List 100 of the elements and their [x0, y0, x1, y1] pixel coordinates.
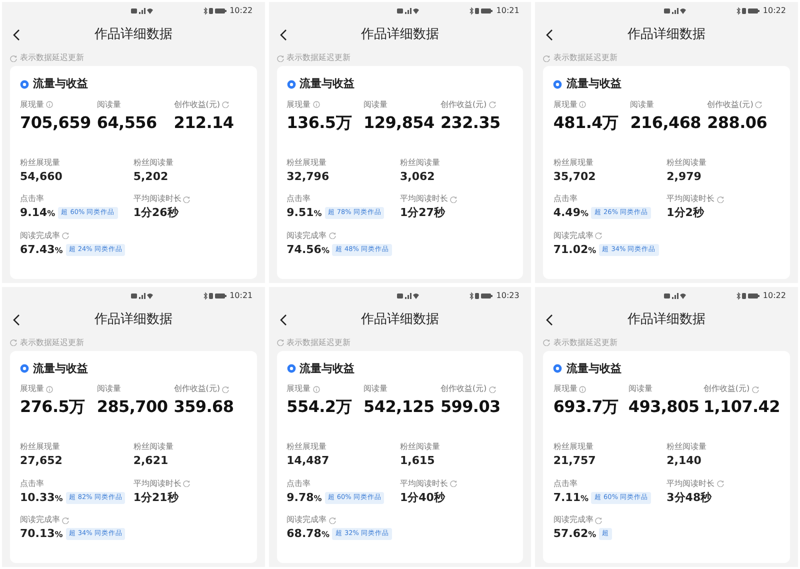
- info-icon: [579, 101, 586, 108]
- metric-label: 阅读量: [364, 383, 388, 395]
- metric-value: 693.7万: [553, 396, 620, 418]
- metric-label: 展现量: [20, 98, 44, 110]
- metric-value: 542,125: [364, 396, 436, 418]
- metric-value: 2,140: [666, 453, 702, 469]
- metric-label: 粉丝阅读量: [133, 441, 174, 453]
- status-icons: [469, 292, 494, 300]
- metric-value: 10.33%: [20, 490, 63, 506]
- status-icons: [202, 7, 227, 15]
- metric-label: 阅读完成率: [553, 514, 594, 526]
- metric-label: 展现量: [553, 98, 578, 110]
- metric-label: 粉丝展现量: [553, 441, 594, 453]
- metric-label: 粉丝阅读量: [400, 156, 440, 168]
- section-title: 流量与收益: [300, 76, 355, 92]
- metric-value: 32,796: [286, 168, 330, 184]
- metric-label: 创作收益(元): [174, 383, 220, 395]
- refresh-icon: [595, 232, 602, 239]
- metric-label: 粉丝展现量: [286, 441, 327, 453]
- refresh-icon: [276, 54, 284, 62]
- metric-value: 67.43%: [20, 242, 63, 258]
- metric-value: 493,805: [628, 396, 700, 418]
- metric-value: 705,659: [20, 112, 92, 134]
- metric-label: 粉丝展现量: [553, 156, 594, 168]
- page-title: 作品详细数据: [360, 310, 440, 329]
- metric-label: 平均阅读时长: [666, 193, 715, 205]
- metric-value: 276.5万: [20, 396, 86, 418]
- metric-label: 阅读完成率: [20, 230, 60, 242]
- metric-label: 创作收益(元): [703, 383, 750, 395]
- status-icons: [736, 7, 760, 15]
- metric-label: 阅读完成率: [286, 514, 327, 526]
- refresh-icon: [10, 54, 17, 62]
- metric-value: 5,202: [133, 168, 168, 184]
- info-icon: [46, 386, 53, 392]
- refresh-icon: [222, 386, 230, 392]
- refresh-icon: [183, 480, 190, 487]
- refresh-icon: [328, 232, 336, 239]
- metric-value: 212.14: [174, 112, 235, 134]
- metric-label: 平均阅读时长: [400, 478, 448, 490]
- metric-label: 创作收益(元): [707, 98, 754, 110]
- metric-label: 阅读量: [364, 98, 388, 110]
- metric-label: 阅读量: [96, 383, 121, 395]
- metric-label: 展现量: [553, 383, 578, 395]
- clock-time: 10:23: [496, 290, 520, 302]
- metric-value: 9.14%: [20, 205, 56, 221]
- page-title: 作品详细数据: [93, 26, 174, 44]
- delay-note: 表示数据延迟更新: [553, 336, 618, 348]
- metric-value: 232.35: [440, 112, 502, 134]
- section-icon: [20, 364, 29, 374]
- refresh-icon: [10, 339, 17, 346]
- delay-note: 表示数据延迟更新: [286, 336, 351, 348]
- metric-value: 2,979: [666, 168, 702, 184]
- section-icon: [553, 80, 562, 89]
- metric-label: 粉丝阅读量: [666, 156, 707, 168]
- metric-value: 70.13%: [20, 526, 63, 542]
- signal-icon: [664, 7, 686, 15]
- signal-icon: [130, 7, 153, 15]
- clock-time: 10:21: [230, 290, 253, 302]
- metric-label: 阅读量: [630, 98, 654, 110]
- status-icons: [736, 292, 760, 300]
- metric-value: 27,652: [20, 453, 62, 469]
- metric-value: 288.06: [707, 112, 768, 134]
- delay-note: 表示数据延迟更新: [553, 52, 618, 64]
- metric-value: 57.62%: [553, 526, 596, 542]
- metric-label: 平均阅读时长: [133, 478, 182, 490]
- metric-label: 点击率: [286, 193, 311, 205]
- metric-label: 粉丝展现量: [20, 156, 60, 168]
- metric-value: 14,487: [286, 453, 330, 469]
- metric-value: 1分40秒: [400, 490, 445, 506]
- delay-note: 表示数据延迟更新: [286, 52, 351, 64]
- signal-icon: [397, 292, 420, 300]
- metric-label: 阅读量: [96, 98, 121, 110]
- metric-label: 粉丝展现量: [286, 156, 327, 168]
- metric-value: 9.78%: [286, 490, 322, 506]
- refresh-icon: [450, 196, 457, 202]
- metric-value: 7.11%: [553, 490, 588, 506]
- metric-label: 阅读量: [628, 383, 652, 395]
- metric-value: 1分21秒: [133, 490, 178, 506]
- metric-label: 创作收益(元): [174, 98, 220, 110]
- metric-label: 粉丝阅读量: [400, 441, 440, 453]
- refresh-icon: [752, 386, 759, 392]
- page-title: 作品详细数据: [626, 26, 707, 44]
- metric-label: 粉丝阅读量: [133, 156, 174, 168]
- refresh-icon: [276, 339, 284, 346]
- metric-value: 3,062: [400, 168, 435, 184]
- metric-label: 点击率: [20, 193, 44, 205]
- status-icons: [202, 292, 227, 300]
- section-title: 流量与收益: [566, 360, 622, 376]
- section-icon: [553, 364, 562, 374]
- metric-label: 点击率: [553, 193, 578, 205]
- metric-value: 129,854: [364, 112, 436, 134]
- metric-value: 54,660: [20, 168, 62, 184]
- info-icon: [312, 386, 320, 392]
- metric-label: 平均阅读时长: [666, 478, 715, 490]
- metric-label: 展现量: [20, 383, 44, 395]
- section-icon: [20, 80, 29, 89]
- metric-label: 粉丝展现量: [20, 441, 60, 453]
- section-icon: [286, 364, 296, 374]
- metric-label: 创作收益(元): [440, 98, 487, 110]
- clock-time: 10:22: [762, 290, 786, 302]
